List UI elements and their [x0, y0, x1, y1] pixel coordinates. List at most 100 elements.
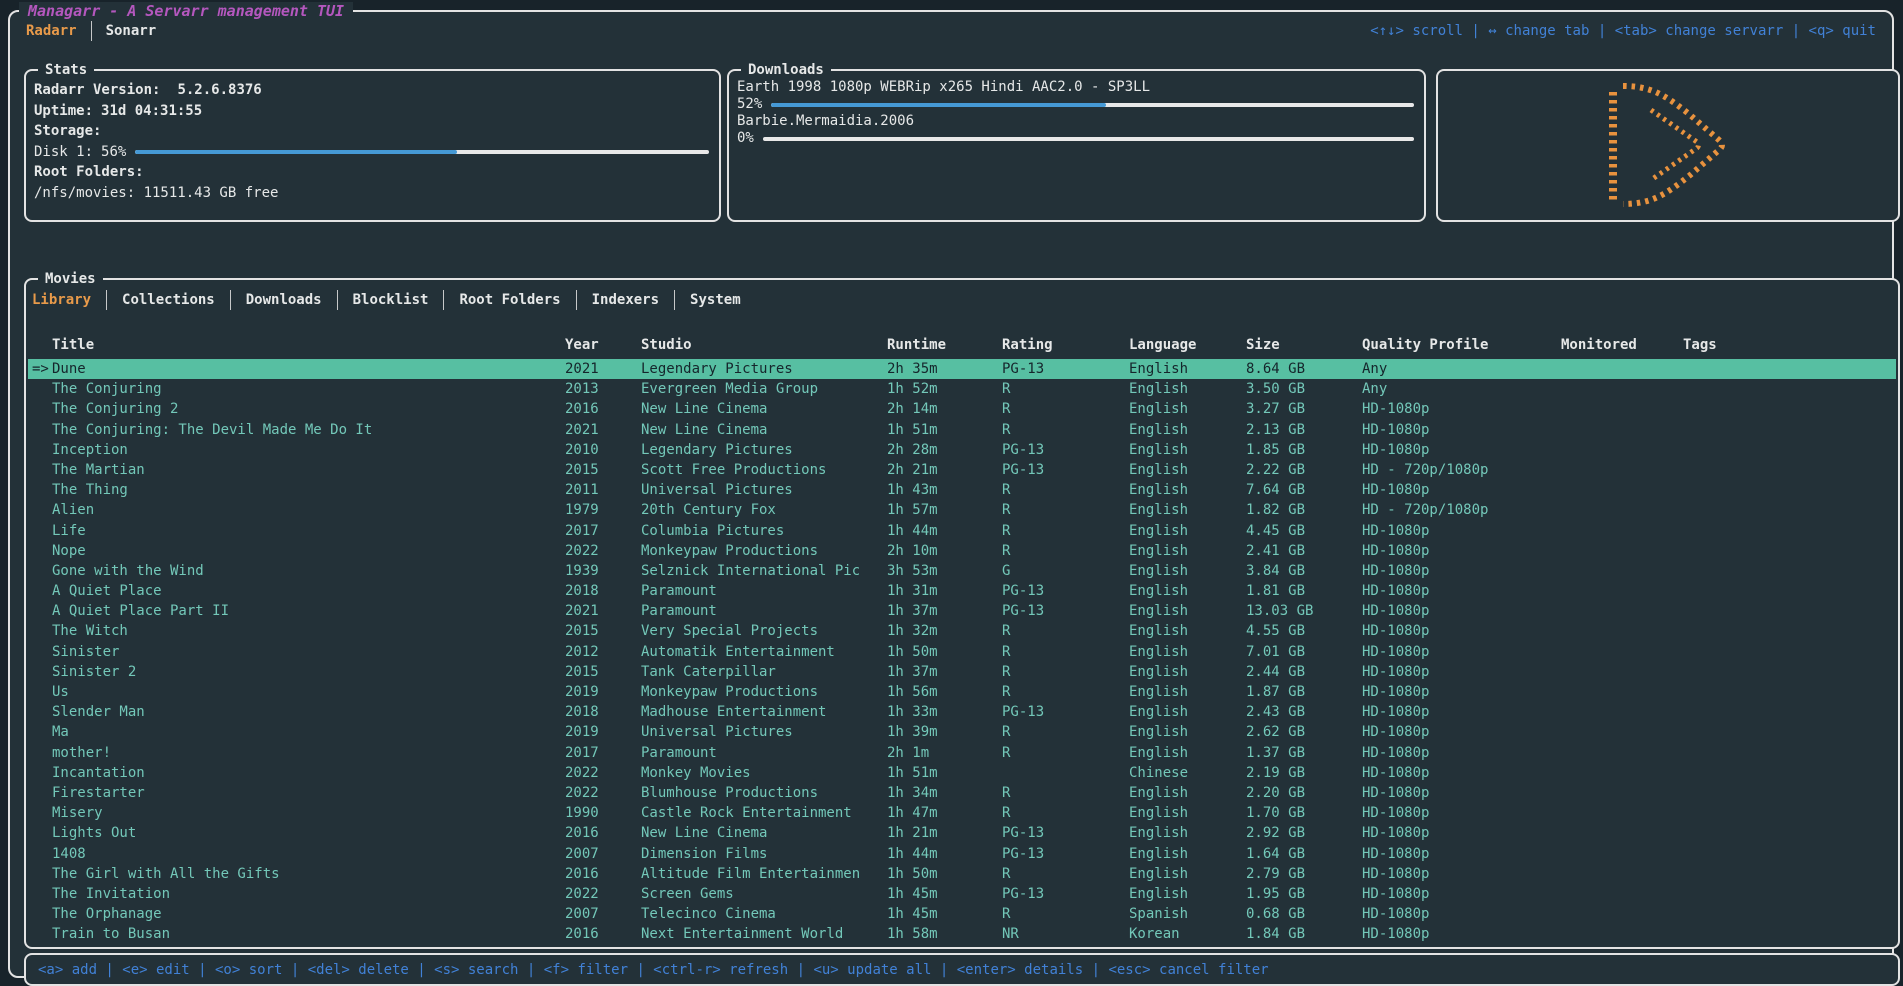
cell-rating — [1002, 763, 1129, 783]
selected-marker — [28, 399, 52, 419]
root-folder-value: /nfs/movies: 11511.43 GB free — [34, 183, 709, 204]
tab-indexers[interactable]: Indexers — [592, 292, 659, 308]
table-row[interactable]: A Quiet Place 2018 Paramount 1h 31m PG-1… — [28, 581, 1896, 601]
cell-quality-profile: HD-1080p — [1362, 440, 1561, 460]
cell-language: English — [1129, 682, 1246, 702]
cell-studio: New Line Cinema — [641, 823, 887, 843]
cell-title: The Girl with All the Gifts — [52, 864, 565, 884]
cell-tags — [1683, 581, 1896, 601]
tab-library[interactable]: Library — [32, 292, 91, 308]
cell-quality-profile: HD-1080p — [1362, 864, 1561, 884]
table-row[interactable]: The Girl with All the Gifts 2016 Altitud… — [28, 864, 1896, 884]
cell-monitored — [1561, 440, 1683, 460]
table-row[interactable]: Alien 1979 20th Century Fox 1h 57m R Eng… — [28, 500, 1896, 520]
tab-separator — [91, 21, 92, 41]
cell-year: 2018 — [565, 702, 641, 722]
cell-language: English — [1129, 359, 1246, 379]
table-row[interactable]: Sinister 2 2015 Tank Caterpillar 1h 37m … — [28, 662, 1896, 682]
cell-monitored — [1561, 521, 1683, 541]
download-percent: 0% — [737, 130, 754, 147]
table-row[interactable]: Train to Busan 2016 Next Entertainment W… — [28, 924, 1896, 944]
cell-monitored — [1561, 783, 1683, 803]
col-monitored: Monitored — [1561, 334, 1683, 356]
table-row[interactable]: Us 2019 Monkeypaw Productions 1h 56m R E… — [28, 682, 1896, 702]
table-row[interactable]: The Witch 2015 Very Special Projects 1h … — [28, 621, 1896, 641]
table-row[interactable]: The Conjuring 2 2016 New Line Cinema 2h … — [28, 399, 1896, 419]
cell-size: 1.70 GB — [1246, 803, 1362, 823]
table-row[interactable]: mother! 2017 Paramount 2h 1m R English 1… — [28, 743, 1896, 763]
tab-radarr[interactable]: Radarr — [26, 23, 77, 39]
table-row[interactable]: The Thing 2011 Universal Pictures 1h 43m… — [28, 480, 1896, 500]
selected-marker — [28, 864, 52, 884]
table-row[interactable]: Firestarter 2022 Blumhouse Productions 1… — [28, 783, 1896, 803]
tab-root-folders[interactable]: Root Folders — [459, 292, 560, 308]
table-row[interactable]: => Dune 2021 Legendary Pictures 2h 35m P… — [28, 359, 1896, 379]
table-row[interactable]: The Martian 2015 Scott Free Productions … — [28, 460, 1896, 480]
cell-year: 2015 — [565, 662, 641, 682]
table-row[interactable]: Sinister 2012 Automatik Entertainment 1h… — [28, 642, 1896, 662]
selected-marker — [28, 460, 52, 480]
tab-sonarr[interactable]: Sonarr — [106, 23, 157, 39]
cell-studio: Castle Rock Entertainment — [641, 803, 887, 823]
cell-tags — [1683, 722, 1896, 742]
col-tags: Tags — [1683, 334, 1896, 356]
cell-tags — [1683, 743, 1896, 763]
cell-title: The Invitation — [52, 884, 565, 904]
table-row[interactable]: Life 2017 Columbia Pictures 1h 44m R Eng… — [28, 521, 1896, 541]
tab-system[interactable]: System — [690, 292, 741, 308]
cell-year: 2022 — [565, 763, 641, 783]
terminal-screen: Managarr - A Servarr management TUI Rada… — [0, 0, 1903, 986]
table-row[interactable]: The Invitation 2022 Screen Gems 1h 45m P… — [28, 884, 1896, 904]
cell-monitored — [1561, 844, 1683, 864]
table-row[interactable]: Nope 2022 Monkeypaw Productions 2h 10m R… — [28, 541, 1896, 561]
cell-tags — [1683, 864, 1896, 884]
cell-tags — [1683, 662, 1896, 682]
cell-runtime: 2h 28m — [887, 440, 1002, 460]
cell-studio: 20th Century Fox — [641, 500, 887, 520]
movies-table-header: Title Year Studio Runtime Rating Languag… — [28, 334, 1896, 356]
cell-rating: R — [1002, 541, 1129, 561]
movies-tabs: Library Collections Downloads Blocklist … — [32, 290, 741, 310]
cell-rating: R — [1002, 864, 1129, 884]
cell-title: Train to Busan — [52, 924, 565, 944]
table-row[interactable]: Gone with the Wind 1939 Selznick Interna… — [28, 561, 1896, 581]
cell-language: English — [1129, 722, 1246, 742]
tab-collections[interactable]: Collections — [122, 292, 215, 308]
tab-blocklist[interactable]: Blocklist — [353, 292, 429, 308]
cell-quality-profile: HD-1080p — [1362, 561, 1561, 581]
table-row[interactable]: Lights Out 2016 New Line Cinema 1h 21m P… — [28, 823, 1896, 843]
cell-quality-profile: HD-1080p — [1362, 924, 1561, 944]
cell-runtime: 1h 51m — [887, 420, 1002, 440]
cell-quality-profile: HD-1080p — [1362, 541, 1561, 561]
cell-rating: PG-13 — [1002, 601, 1129, 621]
cell-monitored — [1561, 561, 1683, 581]
table-row[interactable]: The Orphanage 2007 Telecinco Cinema 1h 4… — [28, 904, 1896, 924]
cell-language: English — [1129, 379, 1246, 399]
stats-panel-title: Stats — [38, 62, 94, 78]
cell-tags — [1683, 440, 1896, 460]
table-row[interactable]: A Quiet Place Part II 2021 Paramount 1h … — [28, 601, 1896, 621]
cell-runtime: 1h 44m — [887, 844, 1002, 864]
cell-title: Gone with the Wind — [52, 561, 565, 581]
cell-tags — [1683, 500, 1896, 520]
tab-separator — [337, 290, 338, 310]
cell-studio: Madhouse Entertainment — [641, 702, 887, 722]
table-row[interactable]: 1408 2007 Dimension Films 1h 44m PG-13 E… — [28, 844, 1896, 864]
table-row[interactable]: Misery 1990 Castle Rock Entertainment 1h… — [28, 803, 1896, 823]
table-row[interactable]: The Conjuring 2013 Evergreen Media Group… — [28, 379, 1896, 399]
cell-size: 0.68 GB — [1246, 904, 1362, 924]
table-row[interactable]: Incantation 2022 Monkey Movies 1h 51m Ch… — [28, 763, 1896, 783]
cell-language: English — [1129, 702, 1246, 722]
cell-title: The Witch — [52, 621, 565, 641]
cell-runtime: 1h 34m — [887, 783, 1002, 803]
cell-size: 7.64 GB — [1246, 480, 1362, 500]
cell-size: 2.79 GB — [1246, 864, 1362, 884]
table-row[interactable]: Slender Man 2018 Madhouse Entertainment … — [28, 702, 1896, 722]
tab-downloads[interactable]: Downloads — [246, 292, 322, 308]
cell-studio: Legendary Pictures — [641, 440, 887, 460]
cell-quality-profile: HD - 720p/1080p — [1362, 460, 1561, 480]
table-row[interactable]: Ma 2019 Universal Pictures 1h 39m R Engl… — [28, 722, 1896, 742]
table-row[interactable]: Inception 2010 Legendary Pictures 2h 28m… — [28, 440, 1896, 460]
table-row[interactable]: The Conjuring: The Devil Made Me Do It 2… — [28, 420, 1896, 440]
cell-language: English — [1129, 561, 1246, 581]
